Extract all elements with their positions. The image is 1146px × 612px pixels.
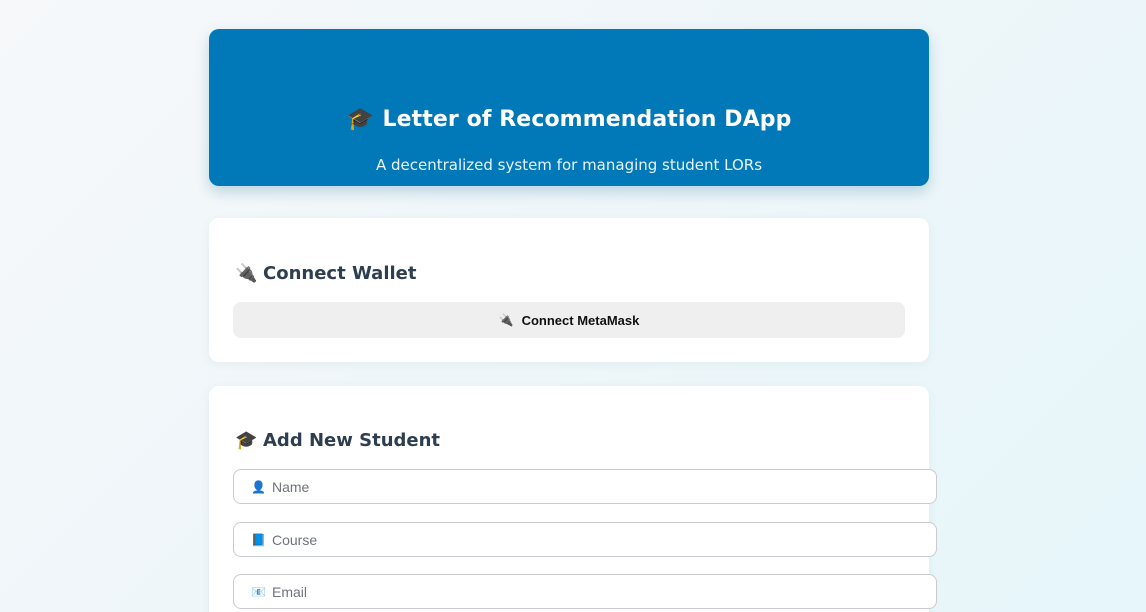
graduation-cap-icon: 🎓: [235, 430, 258, 451]
name-field[interactable]: 👤: [233, 469, 937, 504]
connect-metamask-button[interactable]: 🔌 Connect MetaMask: [233, 302, 905, 338]
add-student-card: 🎓Add New Student 👤 📘 📧: [209, 386, 937, 612]
name-input[interactable]: [272, 478, 872, 495]
course-input[interactable]: [272, 531, 872, 548]
email-icon: 📧: [251, 584, 266, 599]
plug-icon: 🔌: [498, 313, 514, 327]
person-icon: 👤: [251, 479, 266, 494]
plug-icon: 🔌: [235, 263, 258, 284]
app-title-text: Letter of Recommendation DApp: [382, 107, 792, 132]
add-student-heading: 🎓 Add New Student: [235, 429, 440, 453]
connect-metamask-label: Connect MetaMask: [521, 312, 640, 328]
app-subtitle: A decentralized system for managing stud…: [375, 156, 763, 174]
connect-wallet-heading: 🔌 Connect Wallet: [235, 262, 416, 286]
graduation-cap-icon: 🎓: [346, 107, 375, 132]
app-header: 🎓 Letter of Recommendation DApp A decentr…: [209, 29, 929, 186]
app-title: 🎓 Letter of Recommendation DApp: [209, 105, 929, 135]
email-field[interactable]: 📧: [233, 574, 937, 609]
add-student-heading-text: Add New Student: [263, 430, 441, 451]
course-field[interactable]: 📘: [233, 522, 937, 557]
connect-wallet-card: 🔌 Connect Wallet 🔌 Connect MetaMask: [209, 218, 929, 362]
book-icon: 📘: [251, 532, 266, 547]
connect-wallet-heading-text: Connect Wallet: [263, 263, 417, 284]
email-input[interactable]: [272, 583, 872, 600]
